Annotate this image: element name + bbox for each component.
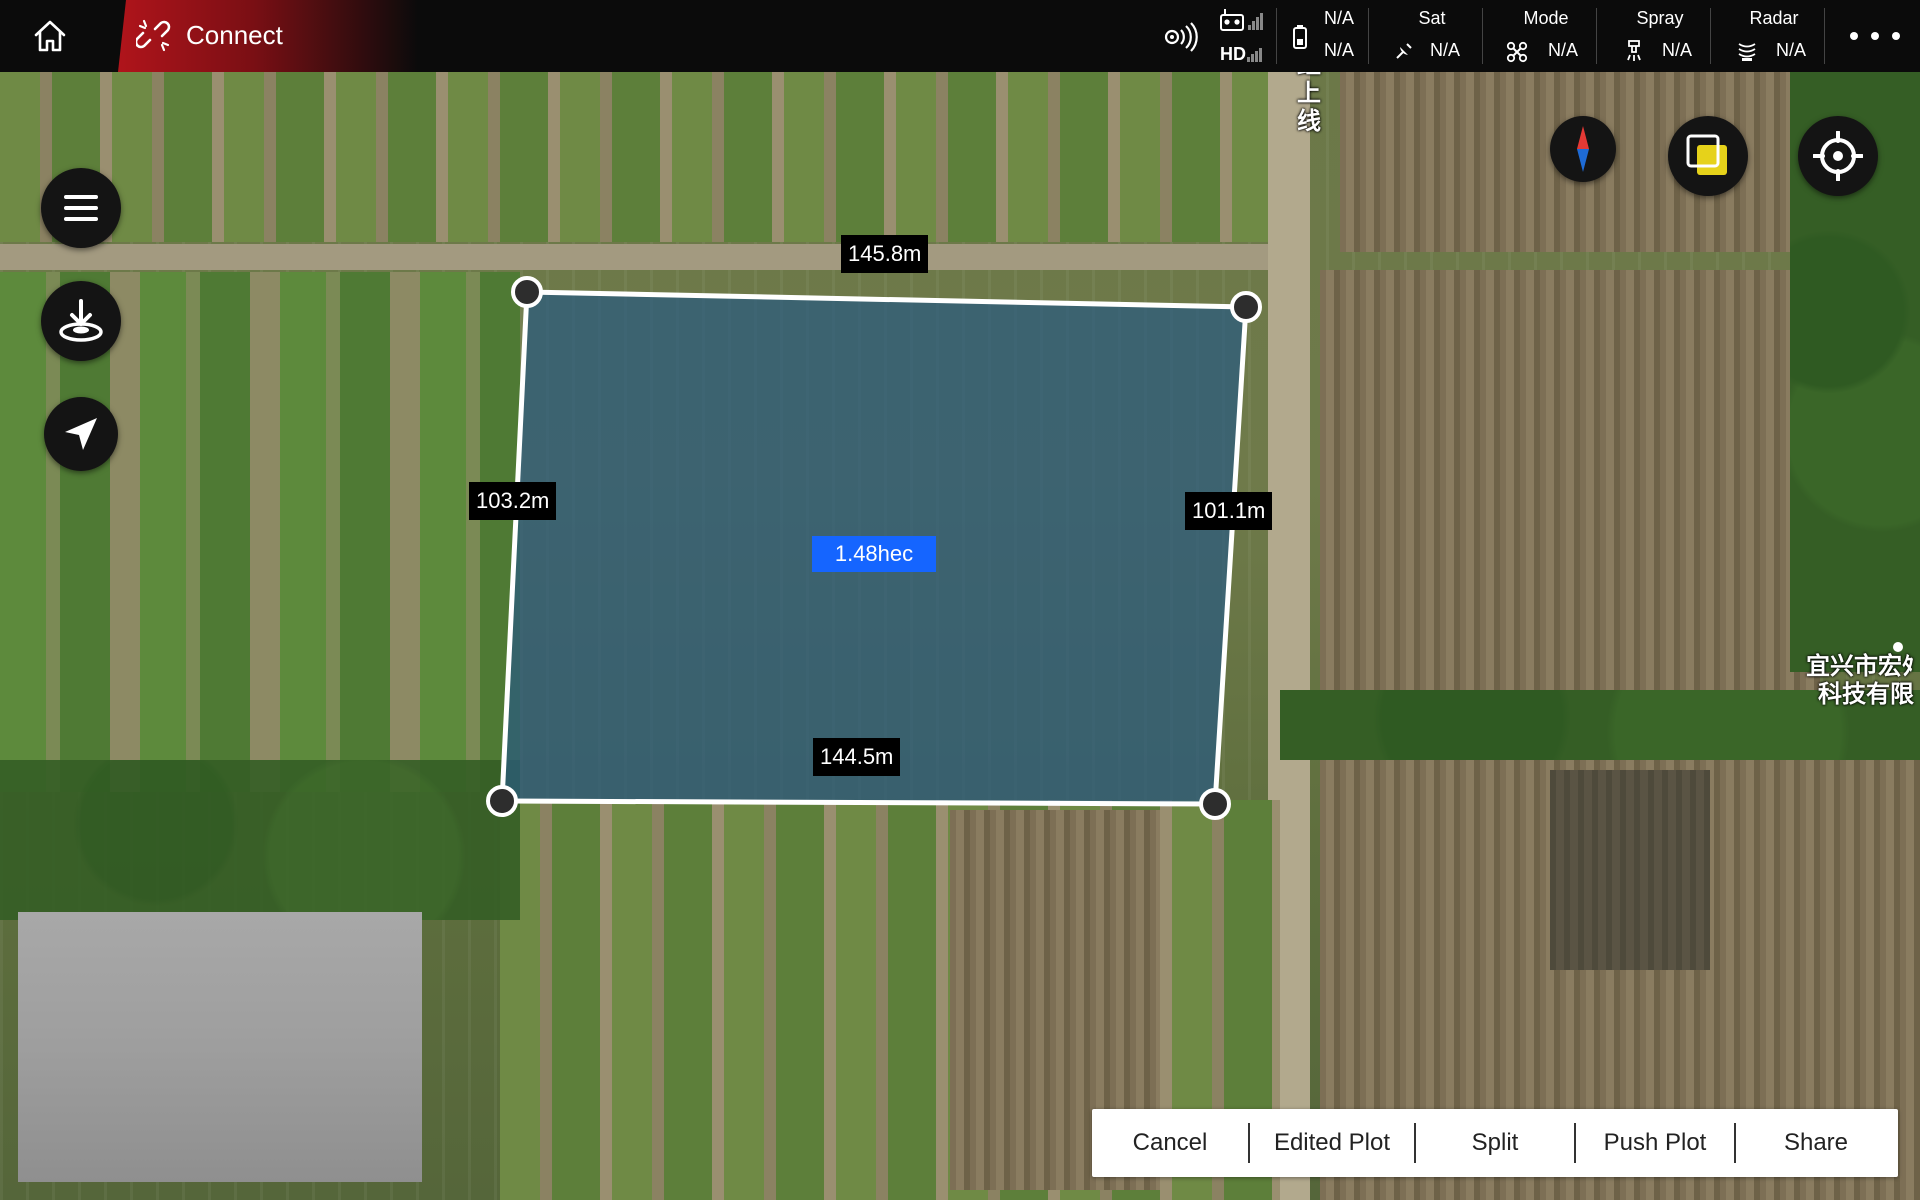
right-edge-length: 101.1m [1185,492,1273,530]
more-icon [1850,32,1858,40]
road-name-char: 线 [1297,108,1321,135]
battery-icon [1293,25,1307,49]
bottom-edge-length: 144.5m [813,738,901,776]
spray-nozzle-icon [1627,40,1641,61]
top-edge-length: 145.8m [841,235,929,273]
mode-value: N/A [1548,40,1579,60]
status-divider [1824,8,1825,64]
more-icon [1892,32,1900,40]
signal-icon [1164,22,1198,52]
status-divider [1710,8,1711,64]
share-button[interactable]: Share [1736,1109,1896,1177]
spray-label: Spray [1636,8,1684,28]
hd-signal-bars-icon [1247,48,1262,62]
more-menu-button[interactable] [1850,22,1900,50]
navigation-arrow-icon [65,418,97,450]
company-label: 宜兴市宏ﾀ 科技有限 [1806,653,1914,709]
sat-label: Sat [1418,8,1446,28]
plot-vertex-handle[interactable] [486,785,518,817]
sat-value: N/A [1430,40,1461,60]
company-label-line: 宜兴市宏ﾀ [1806,653,1914,680]
sat-status: Sat N/A [1380,0,1484,72]
status-divider [1276,8,1277,64]
road-name-char: 上 [1297,80,1321,107]
layers-icon [1686,134,1727,175]
satellite-icon [1396,43,1412,59]
landing-icon [59,299,103,342]
battery-bottom-value: N/A [1324,40,1355,60]
map-layers-button[interactable] [1668,116,1748,196]
company-label-line: 科技有限 [1818,681,1914,708]
crosshair-locate-icon [1813,131,1863,181]
compass-icon [1577,126,1589,172]
hamburger-menu-icon [64,195,98,221]
drone-icon [1506,41,1528,63]
plot-vertex-handle[interactable] [1230,291,1262,323]
camera-preview-window[interactable] [18,912,422,1182]
cancel-button[interactable]: Cancel [1092,1109,1248,1177]
spray-status: Spray N/A [1608,0,1712,72]
mode-status: Mode N/A [1494,0,1598,72]
locate-button[interactable] [1798,116,1878,196]
battery-top-value: N/A [1324,8,1355,28]
navigate-location-button[interactable] [44,397,118,471]
home-icon [34,20,66,52]
plot-vertex-handle[interactable] [1199,788,1231,820]
connect-button[interactable]: Connect [186,20,283,51]
menu-button[interactable] [41,168,121,248]
push-plot-button[interactable]: Push Plot [1576,1109,1734,1177]
radar-icon [1738,43,1756,61]
left-edge-length: 103.2m [469,482,557,520]
status-divider [1596,8,1597,64]
map-poi-marker [1893,642,1903,652]
more-icon [1871,32,1879,40]
status-divider [1368,8,1369,64]
mode-label: Mode [1523,8,1569,28]
radar-value: N/A [1776,40,1807,60]
edited-plot-button[interactable]: Edited Plot [1250,1109,1414,1177]
battery-status: N/A N/A [1288,0,1370,72]
radar-label: Radar [1749,8,1799,28]
hd-label: HD [1220,44,1246,64]
remote-status: HD [1218,0,1268,72]
status-divider [1482,8,1483,64]
split-button[interactable]: Split [1416,1109,1574,1177]
plot-area-label: 1.48hec [812,536,936,572]
home-button[interactable] [26,16,74,56]
link-broken-icon [136,19,171,52]
spray-value: N/A [1662,40,1693,60]
radar-status: Radar N/A [1722,0,1826,72]
takeoff-land-button[interactable] [41,281,121,361]
remote-controller-icon [1220,9,1263,31]
top-status-bar: Connect HD N/A N/A Sat N/A Mode N/A Spra… [0,0,1920,72]
compass-button[interactable] [1550,116,1616,182]
plot-vertex-handle[interactable] [511,276,543,308]
plot-action-bar: Cancel Edited Plot Split Push Plot Share [1092,1109,1898,1177]
